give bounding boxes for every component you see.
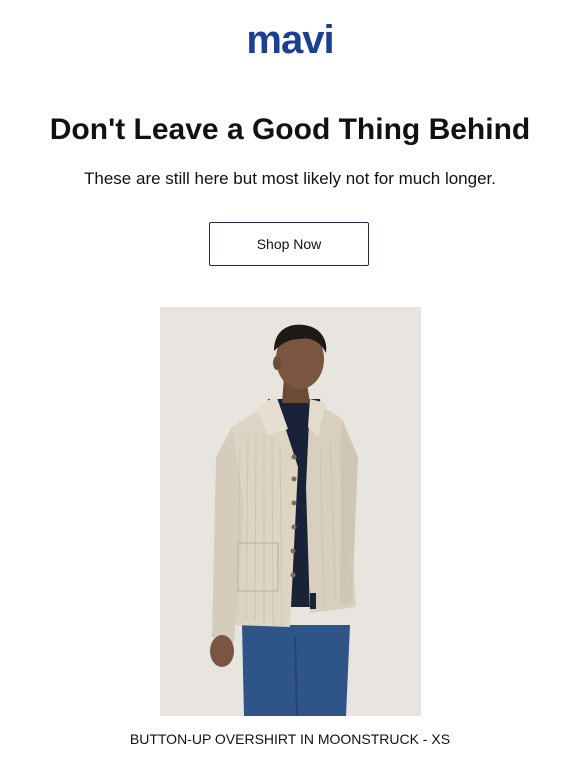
shop-now-button[interactable]: Shop Now bbox=[209, 222, 369, 266]
subheadline: These are still here but most likely not… bbox=[84, 169, 496, 188]
mavi-logo[interactable]: mavi bbox=[0, 18, 580, 62]
headline: Don't Leave a Good Thing Behind bbox=[49, 113, 531, 146]
model-illustration bbox=[160, 307, 421, 716]
product-caption[interactable]: BUTTON-UP OVERSHIRT IN MOONSTRUCK - XS bbox=[0, 730, 580, 748]
product-image[interactable] bbox=[160, 307, 421, 716]
shop-now-label: Shop Now bbox=[256, 236, 322, 252]
